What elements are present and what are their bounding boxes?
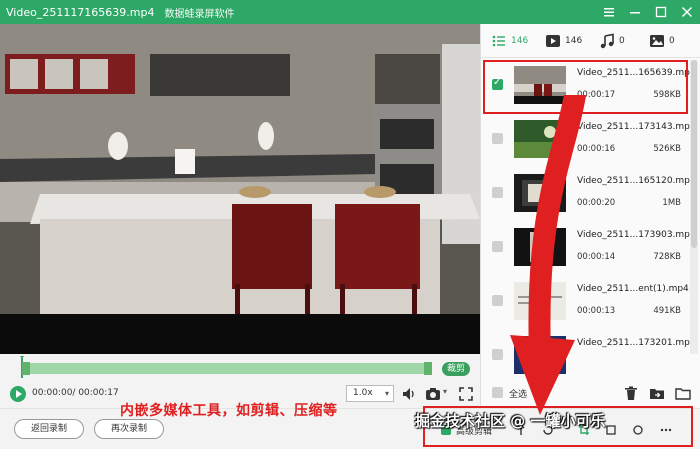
more-icon[interactable] xyxy=(660,424,672,436)
image-icon xyxy=(650,35,664,47)
annotation-text: 内嵌多媒体工具，如剪辑、压缩等 xyxy=(120,403,338,419)
time-readout: 00:00:00/ 00:00:17 xyxy=(32,388,119,398)
title-bar: Video_251117165639.mp4 数据蛙录屏软件 xyxy=(0,0,700,24)
trash-icon[interactable] xyxy=(623,385,639,401)
folder-export-icon[interactable] xyxy=(649,385,665,401)
video-icon xyxy=(546,35,560,47)
play-button[interactable] xyxy=(10,386,26,402)
back-to-record-button[interactable]: 返回录制 xyxy=(14,419,84,439)
video-name: Video_2511...165120.mp4 xyxy=(577,176,693,186)
video-thumbnail xyxy=(514,336,566,374)
tab-count: 0 xyxy=(669,36,675,46)
video-size: 491KB xyxy=(653,306,681,316)
list-item[interactable]: Video_2511...173143.mp4 00:00:16 526KB xyxy=(481,112,693,166)
volume-icon[interactable] xyxy=(401,386,417,402)
tab-count: 146 xyxy=(511,36,529,46)
tab-count: 146 xyxy=(565,36,583,46)
folder-open-icon[interactable] xyxy=(675,385,691,401)
camera-dropdown-icon[interactable]: ▾ xyxy=(443,387,447,396)
app-name: 数据蛙录屏软件 xyxy=(164,8,235,20)
video-thumbnail xyxy=(514,120,566,158)
speed-value: 1.0x xyxy=(353,388,373,398)
media-tabs: 146 146 0 0 xyxy=(481,24,700,58)
compress-icon[interactable] xyxy=(605,424,617,436)
list-item[interactable]: Video_2511...173903.mp4 00:00:14 728KB xyxy=(481,220,693,274)
camera-icon[interactable] xyxy=(425,386,441,402)
record-again-button[interactable]: 再次录制 xyxy=(94,419,164,439)
trim-track[interactable] xyxy=(22,362,432,375)
select-all-checkbox[interactable] xyxy=(492,387,503,398)
video-duration: 00:00:13 xyxy=(577,306,616,316)
fullscreen-icon[interactable] xyxy=(458,386,474,402)
list-item[interactable]: Video_2511...ent(1).mp4 00:00:13 491KB xyxy=(481,274,693,328)
video-size: 1MB xyxy=(662,198,681,208)
tab-all[interactable]: 146 xyxy=(491,33,528,49)
cut-button[interactable]: 裁剪 xyxy=(442,362,470,376)
window-title: Video_251117165639.mp4 xyxy=(6,5,155,19)
chevron-down-icon: ▾ xyxy=(384,389,389,398)
list-item[interactable]: Video_2511...173201.mp4 xyxy=(481,328,693,378)
panel-footer: 全选 xyxy=(481,378,700,408)
trim-start-handle[interactable] xyxy=(22,362,30,375)
music-icon xyxy=(600,33,614,49)
video-duration: 00:00:14 xyxy=(577,252,616,262)
settings-icon[interactable] xyxy=(602,5,616,19)
select-all-label: 全选 xyxy=(509,390,528,400)
video-preview[interactable] xyxy=(0,24,480,354)
item-checkbox[interactable] xyxy=(492,295,503,306)
trim-end-handle[interactable] xyxy=(424,362,432,375)
speed-select[interactable]: 1.0x ▾ xyxy=(346,385,394,402)
item-checkbox[interactable] xyxy=(492,241,503,252)
item-checkbox[interactable] xyxy=(492,187,503,198)
list-item[interactable]: Video_2511...165120.mp4 00:00:20 1MB xyxy=(481,166,693,220)
minimize-button[interactable] xyxy=(628,5,642,19)
video-name: Video_2511...173143.mp4 xyxy=(577,122,693,132)
tab-audio[interactable]: 0 xyxy=(599,33,625,49)
video-size: 526KB xyxy=(653,144,681,154)
scrollbar-thumb[interactable] xyxy=(691,60,697,248)
video-thumbnail xyxy=(514,228,566,266)
video-duration: 00:00:16 xyxy=(577,144,616,154)
close-button[interactable] xyxy=(680,5,694,19)
tab-video[interactable]: 146 xyxy=(545,33,582,49)
video-duration: 00:00:20 xyxy=(577,198,616,208)
video-thumbnail xyxy=(514,174,566,212)
music-edit-icon[interactable] xyxy=(632,424,644,436)
timeline: 裁剪 xyxy=(0,354,480,380)
list-icon xyxy=(492,35,505,47)
watermark: 掘金技术社区 @ 一罐小可乐 xyxy=(415,412,606,430)
tab-count: 0 xyxy=(619,36,625,46)
video-name: Video_2511...ent(1).mp4 xyxy=(577,284,689,294)
item-checkbox[interactable] xyxy=(492,133,503,144)
tab-image[interactable]: 0 xyxy=(649,33,675,49)
selected-item-highlight xyxy=(483,60,688,114)
list-scrollbar[interactable] xyxy=(690,60,698,354)
video-thumbnail xyxy=(514,282,566,320)
item-checkbox[interactable] xyxy=(492,349,503,360)
video-name: Video_2511...173903.mp4 xyxy=(577,230,693,240)
maximize-button[interactable] xyxy=(654,5,668,19)
video-name: Video_2511...173201.mp4 xyxy=(577,338,693,348)
video-size: 728KB xyxy=(653,252,681,262)
